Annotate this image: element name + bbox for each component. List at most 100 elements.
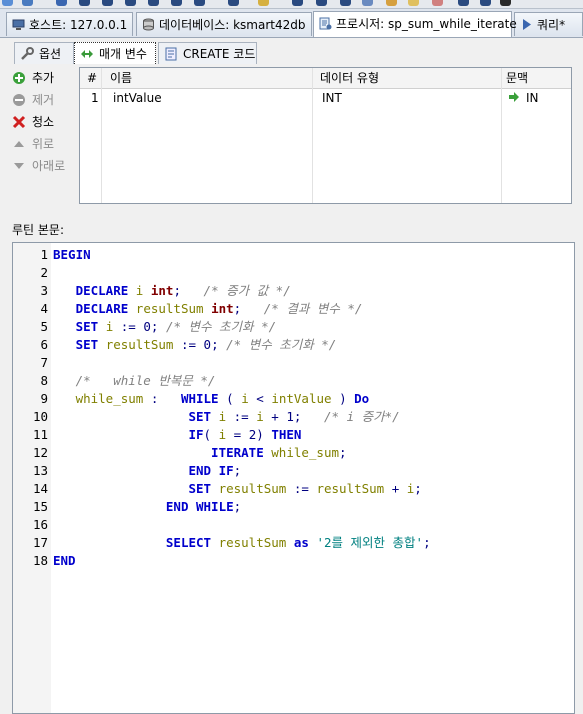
code-text: SET i := 0; /* 변수 초기화 */	[75, 319, 277, 334]
code-text: SET i := i + 1; /* i 증가*/	[188, 409, 400, 424]
wrench-icon	[21, 47, 34, 60]
line-number: 10	[32, 409, 48, 424]
line-number: 12	[32, 445, 48, 460]
column-header-name[interactable]: 이름	[110, 68, 132, 88]
toolbar-icon[interactable]	[386, 0, 397, 6]
toolbar-icon[interactable]	[171, 0, 182, 6]
toolbar-icon[interactable]	[148, 0, 159, 6]
add-button[interactable]: 추가	[12, 68, 54, 88]
code-text: SELECT resultSum as '2를 제외한 총합';	[165, 535, 431, 550]
clear-icon	[12, 115, 26, 129]
toolbar-icon[interactable]	[194, 0, 205, 6]
subtab-label: 매개 변수	[99, 47, 147, 61]
toolbar-icon[interactable]	[102, 0, 113, 6]
code-text: BEGIN	[53, 247, 91, 262]
move-up-button[interactable]: 위로	[12, 134, 54, 154]
toolbar-icon[interactable]	[458, 0, 469, 6]
toolbar-icon[interactable]	[292, 0, 303, 6]
line-number: 4	[40, 301, 48, 316]
column-divider	[501, 68, 502, 203]
move-down-button[interactable]: 아래로	[12, 156, 65, 176]
clear-label: 청소	[32, 115, 55, 129]
tab-create-code[interactable]: CREATE 코드	[158, 42, 257, 64]
tab-database[interactable]: 데이터베이스: ksmart42db	[136, 12, 312, 36]
server-icon	[12, 19, 25, 30]
toolbar-icon[interactable]	[79, 0, 90, 6]
code-text: /* while 반복문 */	[75, 373, 216, 388]
param-context-cell[interactable]: IN	[508, 88, 539, 108]
clear-button[interactable]: 청소	[12, 112, 54, 132]
code-text: while_sum : WHILE ( i < intValue ) Do	[75, 391, 370, 406]
tab-options[interactable]: 옵션	[14, 42, 74, 64]
line-number: 8	[40, 373, 48, 388]
column-divider	[312, 68, 313, 203]
subtab-label: 옵션	[39, 47, 62, 61]
toolbar-icon[interactable]	[432, 0, 443, 6]
line-number: 2	[40, 265, 48, 280]
code-text: ITERATE while_sum;	[211, 445, 347, 460]
up-arrow-icon	[14, 141, 24, 147]
add-icon	[13, 72, 25, 84]
code-icon	[165, 47, 177, 61]
tab-procedure[interactable]: 프로시저: sp_sum_while_iterate	[313, 11, 517, 37]
line-number: 15	[32, 499, 48, 514]
line-number: 17	[32, 535, 48, 550]
toolbar-icon[interactable]	[56, 0, 67, 6]
column-header-type[interactable]: 데이터 유형	[320, 68, 379, 88]
code-text: SET resultSum := resultSum + i;	[188, 481, 422, 496]
move-up-label: 위로	[32, 137, 55, 151]
toolbar-icon[interactable]	[500, 0, 511, 6]
remove-icon	[13, 94, 25, 106]
code-editor[interactable]: 1 BEGIN 2 3 DECLARE i int; /* 증가 값 */ 4 DECL…	[12, 242, 575, 714]
toolbar-icon[interactable]	[125, 0, 136, 6]
tab-label: 쿼리*	[537, 18, 566, 32]
routine-body-label: 루틴 본문:	[12, 223, 65, 237]
column-header-num[interactable]: #	[87, 68, 97, 88]
line-number: 1	[40, 247, 48, 262]
param-type-cell[interactable]: INT	[322, 88, 342, 108]
toolbar-icon[interactable]	[258, 0, 269, 6]
line-number: 13	[32, 463, 48, 478]
code-text: END	[53, 553, 76, 568]
subtab-label: CREATE 코드	[183, 47, 256, 61]
parameters-grid[interactable]: # 이름 데이터 유형 문맥 1 intValue INT IN	[79, 67, 572, 204]
remove-button[interactable]: 제거	[12, 90, 54, 110]
code-text: DECLARE i int; /* 증가 값 */	[75, 283, 291, 298]
line-number: 16	[32, 517, 48, 532]
move-down-label: 아래로	[32, 159, 66, 173]
down-arrow-icon	[14, 163, 24, 169]
code-text: END WHILE;	[165, 499, 242, 514]
toolbar-icon[interactable]	[22, 0, 33, 6]
toolbar-icon[interactable]	[2, 0, 13, 6]
right-arrow-icon	[509, 92, 519, 102]
line-number: 7	[40, 355, 48, 370]
query-icon	[523, 19, 531, 30]
line-number: 9	[40, 391, 48, 406]
line-number: 14	[32, 481, 48, 496]
toolbar-icon[interactable]	[480, 0, 491, 6]
line-number: 6	[40, 337, 48, 352]
toolbar-icon[interactable]	[316, 0, 327, 6]
column-header-context[interactable]: 문맥	[506, 68, 528, 88]
toolbar-icon[interactable]	[228, 0, 239, 6]
line-number: 18	[32, 553, 48, 568]
code-text: SET resultSum := 0; /* 변수 초기화 */	[75, 337, 337, 352]
tab-parameters[interactable]: 매개 변수	[74, 42, 156, 64]
code-text: DECLARE resultSum int; /* 결과 변수 */	[75, 301, 363, 316]
toolbar-icon[interactable]	[340, 0, 351, 6]
parameters-icon	[81, 50, 93, 58]
remove-label: 제거	[32, 93, 55, 107]
database-icon	[143, 18, 154, 31]
document-tabbar: 호스트: 127.0.0.1 데이터베이스: ksmart42db 프로시저: …	[0, 9, 583, 38]
toolbar-icon[interactable]	[408, 0, 419, 6]
tab-label: 프로시저: sp_sum_while_iterate	[336, 17, 517, 31]
toolbar-icon[interactable]	[362, 0, 373, 6]
tab-host[interactable]: 호스트: 127.0.0.1	[6, 12, 133, 36]
line-number: 11	[32, 427, 48, 442]
column-divider	[101, 68, 102, 203]
param-name-cell[interactable]: intValue	[113, 88, 162, 108]
code-text: END IF;	[188, 463, 242, 478]
main-toolbar	[0, 0, 583, 9]
tab-query[interactable]: 쿼리*	[514, 12, 583, 36]
code-text: IF( i = 2) THEN	[188, 427, 302, 442]
